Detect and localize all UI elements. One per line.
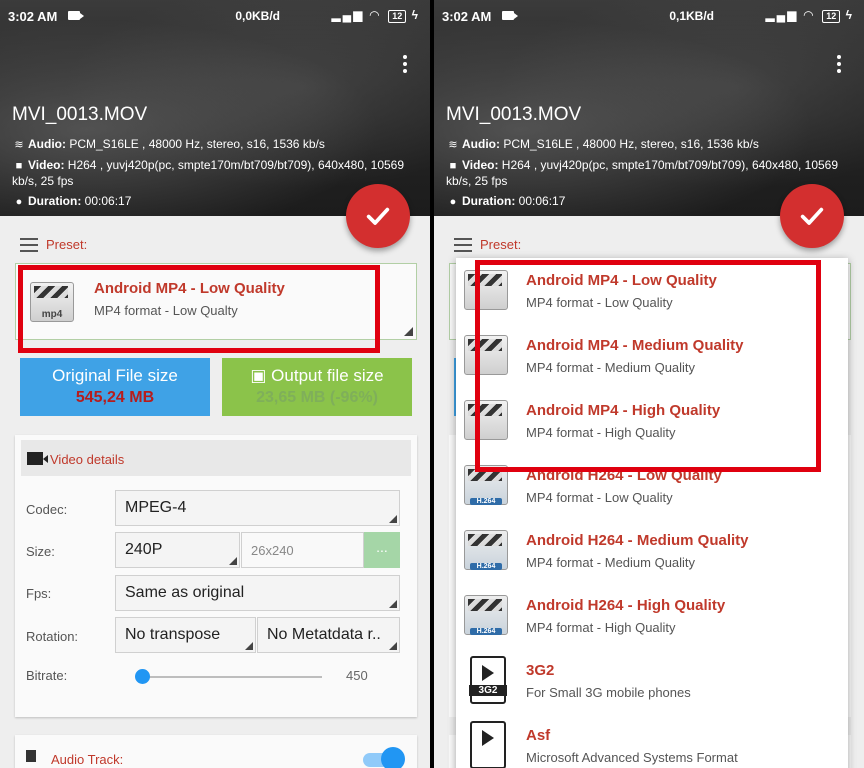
clock-icon: ●	[449, 196, 457, 208]
3g2-file-icon: 3G2	[469, 656, 507, 704]
preset-label: Preset:	[454, 237, 521, 252]
video-details-header: Video details	[21, 440, 411, 476]
camera-icon	[68, 11, 84, 20]
file-title: MVI_0013.MOV	[12, 104, 148, 125]
bitrate-label: Bitrate:	[26, 668, 68, 683]
audio-info: ≋ Audio: PCM_S16LE , 48000 Hz, stereo, s1…	[12, 137, 427, 153]
metadata-select[interactable]: No Metatdata r..	[257, 617, 400, 653]
audio-track-card: Audio Track:	[15, 735, 417, 768]
signal-icon: ▂▄▆	[765, 8, 799, 22]
bitrate-value: 450	[346, 668, 368, 683]
preset-option[interactable]: Asf Microsoft Advanced Systems Format	[456, 713, 848, 768]
left-screen: 3:02 AM 0,0KB/d ▂▄▆ ◠ 12 ϟ MVI_0013.MOV …	[0, 0, 430, 768]
status-icons: ▂▄▆ ◠ 12 ϟ	[765, 8, 854, 23]
battery-icon: 12	[388, 10, 407, 23]
custom-size-input[interactable]: 26x240	[241, 532, 364, 568]
video-info: ■ Video: H264 , yuvj420p(pc, smpte170m/bt…	[446, 158, 839, 188]
rotation-label: Rotation:	[26, 629, 79, 644]
right-screen: 3:02 AM 0,1KB/d ▂▄▆ ◠ 12 ϟ MVI_0013.MOV …	[434, 0, 864, 768]
codec-label: Codec:	[26, 502, 68, 517]
status-time: 3:02 AM	[442, 9, 492, 24]
charging-icon: ϟ	[411, 8, 420, 22]
highlight-box	[18, 265, 380, 353]
confirm-button[interactable]	[346, 184, 410, 248]
fps-select[interactable]: Same as original	[115, 575, 400, 611]
network-speed: 0,1KB/d	[669, 9, 714, 23]
size-select[interactable]: 240P	[115, 532, 240, 568]
signal-icon: ▂▄▆	[331, 8, 365, 22]
preset-option[interactable]: H.264 Android H264 - High Quality MP4 for…	[456, 583, 848, 648]
dropdown-corner-icon	[404, 327, 413, 336]
checkmark-icon	[366, 207, 390, 225]
overflow-menu-icon[interactable]	[834, 55, 844, 75]
status-icons: ▂▄▆ ◠ 12 ϟ	[331, 8, 420, 23]
audio-wave-icon: ≋	[14, 139, 24, 151]
video-details-panel: Video details Codec: MPEG-4 Size: 240P 2…	[15, 435, 417, 717]
original-size-card: Original File size 545,24 MB	[20, 358, 210, 416]
file-title: MVI_0013.MOV	[446, 104, 582, 125]
video-header: 3:02 AM 0,1KB/d ▂▄▆ ◠ 12 ϟ MVI_0013.MOV …	[434, 0, 864, 216]
codec-select[interactable]: MPEG-4	[115, 490, 400, 526]
size-more-button[interactable]: ...	[364, 532, 400, 568]
bitrate-slider-thumb[interactable]	[135, 669, 150, 684]
size-label: Size:	[26, 544, 55, 559]
checkmark-icon	[800, 207, 824, 225]
output-size-value: 23,65 MB (-96%)	[256, 389, 378, 406]
status-time: 3:02 AM	[8, 9, 58, 24]
audio-toggle[interactable]	[381, 747, 405, 768]
clapper-h264-icon: H.264	[460, 524, 512, 576]
video-camera-icon: ■	[15, 160, 23, 172]
video-header: 3:02 AM 0,0KB/d ▂▄▆ ◠ 12 ϟ MVI_0013.MOV …	[0, 0, 430, 216]
wifi-icon: ◠	[803, 8, 815, 22]
output-icon: ▣	[250, 366, 267, 385]
battery-icon: 12	[822, 10, 841, 23]
clock-icon: ●	[15, 196, 23, 208]
video-camera-icon	[27, 452, 48, 465]
video-info: ■ Video: H264 , yuvj420p(pc, smpte170m/bt…	[12, 158, 405, 188]
overflow-menu-icon[interactable]	[400, 55, 410, 75]
confirm-button[interactable]	[780, 184, 844, 248]
audio-info: ≋ Audio: PCM_S16LE , 48000 Hz, stereo, s1…	[446, 137, 861, 153]
wifi-icon: ◠	[369, 8, 381, 22]
list-icon	[20, 237, 38, 252]
audio-wave-icon: ≋	[448, 139, 458, 151]
status-bar: 3:02 AM 0,1KB/d ▂▄▆ ◠ 12 ϟ	[434, 0, 864, 32]
bitrate-slider-track[interactable]	[142, 676, 322, 678]
rotation-select[interactable]: No transpose	[115, 617, 256, 653]
speaker-icon	[26, 750, 36, 762]
preset-option[interactable]: H.264 Android H264 - Medium Quality MP4 f…	[456, 518, 848, 583]
preset-label: Preset:	[20, 237, 87, 252]
list-icon	[454, 237, 472, 252]
charging-icon: ϟ	[845, 8, 854, 22]
fps-label: Fps:	[26, 586, 52, 601]
highlight-box	[475, 260, 821, 472]
clapper-h264-icon: H.264	[460, 589, 512, 641]
asf-file-icon	[470, 721, 506, 768]
network-speed: 0,0KB/d	[235, 9, 280, 23]
camera-icon	[502, 11, 518, 20]
preset-option[interactable]: 3G2 3G2 For Small 3G mobile phones	[456, 648, 848, 713]
output-size-card: ▣ Output file size 23,65 MB (-96%)	[222, 358, 412, 416]
video-camera-icon: ■	[449, 160, 457, 172]
status-bar: 3:02 AM 0,0KB/d ▂▄▆ ◠ 12 ϟ	[0, 0, 430, 32]
original-size-value: 545,24 MB	[75, 389, 155, 406]
